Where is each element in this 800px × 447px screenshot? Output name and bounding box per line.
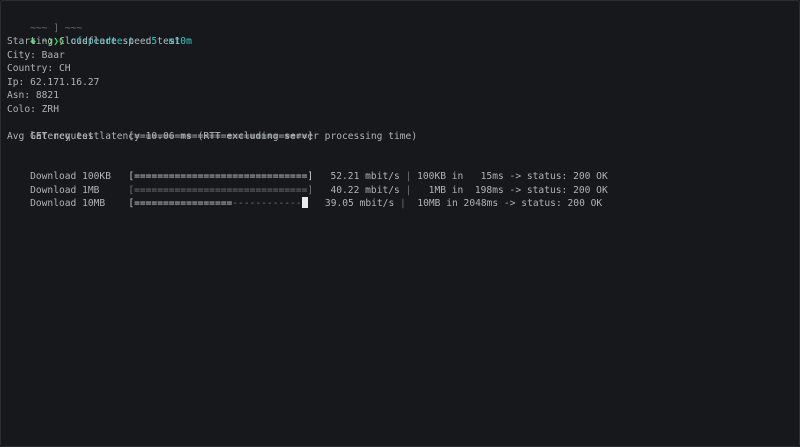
output-asn: Asn: 8821 [7, 90, 59, 101]
terminal-window[interactable]: ~~~ ] ~~~ ◆ ~❯❯❯ cfspeedtest -n5 -m10m S… [0, 0, 800, 447]
download-progress-empty: ==============================] [134, 184, 314, 196]
download-separator: | [399, 171, 418, 182]
download-speed: 39.05 mbit/s [307, 198, 395, 209]
download-separator: | [394, 198, 412, 209]
download-row: Download 100KB [========================… [7, 157, 793, 182]
prompt-line[interactable]: ◆ ~❯❯❯ cfspeedtest -n5 -m10m [7, 22, 793, 47]
download-label: Download 10MB [30, 198, 129, 209]
title-right: ~~~ [64, 22, 83, 34]
latency-test-line: latency test [==========================… [7, 116, 793, 142]
download-label: Download 1MB [30, 184, 129, 196]
output-header: Starting Cloudflare speed test [7, 36, 181, 47]
title-line: ~~~ ] ~~~ [7, 8, 793, 34]
download-speed: 52.21 mbit/s [313, 171, 400, 182]
output-country: Country: CH [7, 63, 71, 74]
download-progress-filled: [================= [128, 198, 233, 209]
download-label: Download 100KB [30, 171, 129, 182]
download-progress-filled: [==============================] [128, 171, 314, 182]
title-left: ~~~ [30, 22, 48, 34]
output-ip: Ip: 62.171.16.27 [7, 76, 100, 88]
download-separator: | [399, 184, 418, 196]
download-result: 1MB in 198ms -> status: 200 OK [417, 184, 608, 196]
download-result: 10MB in 2048ms -> status: 200 OK [411, 198, 603, 209]
latency-average: Avg GET request latency 10.06 ms (RTT ex… [7, 130, 418, 142]
output-city: City: Baar [7, 49, 65, 61]
download-progress-empty: ------------ [232, 198, 302, 209]
output-colo: Colo: ZRH [7, 103, 59, 115]
download-speed: 40.22 mbit/s [313, 184, 400, 196]
download-result: 100KB in 15ms -> status: 200 OK [417, 171, 608, 182]
